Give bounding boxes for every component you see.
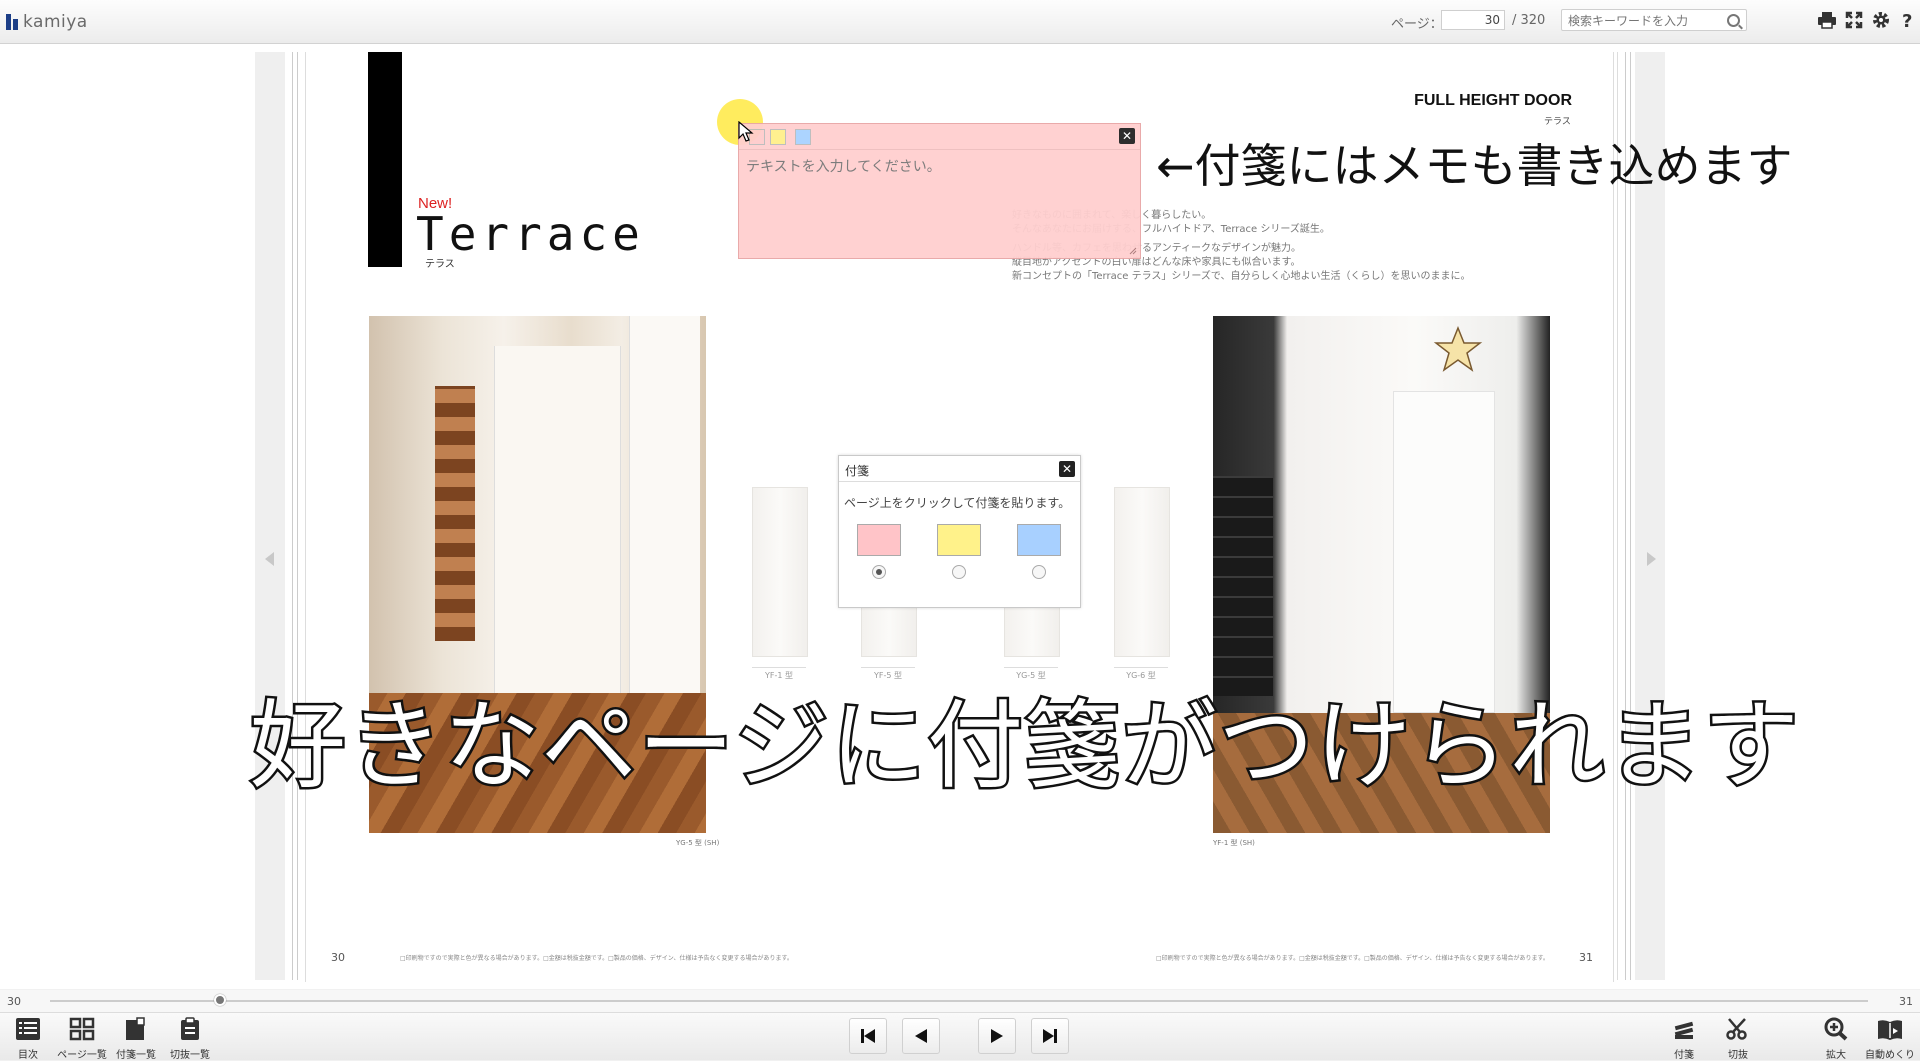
clipboard-icon	[181, 1017, 199, 1040]
fullscreen-icon[interactable]	[1842, 8, 1866, 32]
logo: kamiya	[6, 12, 88, 32]
slider-end-label: 31	[1899, 995, 1913, 1008]
page-slider[interactable]: 30 31	[0, 990, 1920, 1012]
page-number-input[interactable]	[1441, 10, 1505, 30]
prev-page-icon	[915, 1029, 927, 1043]
description-line: 新コンセプトの「Terrace テラス」シリーズで、自分らしく心地よい生活（くら…	[1012, 271, 1471, 282]
left-page-stack	[292, 52, 306, 980]
photo-caption-left: YG-5 型 (SH)	[676, 839, 720, 847]
slider-thumb[interactable]	[214, 994, 226, 1006]
color-radio-pink[interactable]	[872, 565, 886, 579]
color-option-pink[interactable]	[857, 524, 901, 556]
next-page-icon	[991, 1029, 1003, 1043]
color-option-yellow[interactable]	[937, 524, 981, 556]
bottom-toolbar: 目次 ページ一覧 付箋一覧 切抜一覧 付箋 切抜 拡大 自動めくり	[0, 1012, 1920, 1061]
sticky-dialog: 付箋 ✕ ページ上をクリックして付箋を貼ります。	[838, 455, 1081, 608]
last-page-icon	[1043, 1029, 1057, 1043]
slider-track[interactable]	[50, 1000, 1868, 1002]
brand-subtitle: テラス	[1544, 117, 1571, 127]
print-icon[interactable]	[1815, 8, 1839, 32]
help-icon[interactable]: ?	[1896, 8, 1920, 32]
staircase	[1213, 476, 1273, 696]
next-page-button[interactable]	[978, 1018, 1016, 1054]
prev-arrow-icon[interactable]	[265, 552, 274, 566]
page-list-button[interactable]: ページ一覧	[54, 1017, 110, 1061]
right-page-number: 31	[1579, 951, 1593, 964]
zoom-in-icon	[1824, 1017, 1848, 1041]
logo-text: kamiya	[23, 12, 88, 32]
star-lamp-icon	[1433, 326, 1483, 372]
slider-start-label: 30	[7, 995, 21, 1008]
zoom-button[interactable]: 拡大	[1808, 1017, 1864, 1061]
clip-list-button[interactable]: 切抜一覧	[162, 1017, 218, 1061]
close-icon[interactable]: ✕	[1119, 128, 1135, 144]
prev-page-strip[interactable]	[255, 52, 285, 980]
white-door	[1393, 391, 1495, 713]
prev-page-button[interactable]	[902, 1018, 940, 1054]
dialog-header: 付箋 ✕	[839, 456, 1080, 482]
page-label: ページ：	[1391, 17, 1443, 32]
footnote-left: □印刷物ですので実際と色が異なる場合があります。□金額は税抜金額です。□製品の価…	[400, 955, 793, 962]
sticky-note-textarea[interactable]	[744, 154, 1133, 253]
door-sample	[752, 487, 808, 657]
sticky-icon	[1674, 1021, 1694, 1039]
mouse-cursor-icon	[738, 121, 754, 142]
grid-icon	[69, 1017, 95, 1041]
door-sample	[1114, 487, 1170, 657]
last-page-button[interactable]	[1031, 1018, 1069, 1054]
mosaic-tile-wall	[435, 386, 475, 641]
clip-button[interactable]: 切抜	[1710, 1017, 1766, 1061]
toc-button[interactable]: 目次	[0, 1017, 56, 1061]
color-radio-yellow[interactable]	[952, 565, 966, 579]
series-title: Terrace	[416, 207, 645, 261]
search-box[interactable]	[1561, 9, 1747, 31]
search-icon[interactable]	[1727, 14, 1740, 27]
series-subtitle: テラス	[425, 259, 455, 270]
resize-handle-icon[interactable]	[1129, 247, 1137, 255]
video-caption: 好きなページに付箋がつけられます	[247, 688, 1801, 805]
title-accent-bar	[368, 52, 402, 267]
scissors-icon	[1726, 1018, 1747, 1040]
sticky-color-yellow[interactable]	[770, 129, 786, 145]
photo-caption-right: YF-1 型 (SH)	[1213, 839, 1255, 847]
next-arrow-icon[interactable]	[1647, 552, 1656, 566]
close-icon[interactable]: ✕	[1059, 461, 1075, 477]
brand-name: FULL HEIGHT DOOR	[1414, 92, 1572, 109]
sticky-color-blue[interactable]	[795, 129, 811, 145]
color-radio-blue[interactable]	[1032, 565, 1046, 579]
footnote-right: □印刷物ですので実際と色が異なる場合があります。□金額は税抜金額です。□製品の価…	[1156, 955, 1549, 962]
first-page-icon	[861, 1029, 875, 1043]
dialog-message: ページ上をクリックして付箋を貼ります。	[844, 496, 1071, 510]
sticky-list-button[interactable]: 付箋一覧	[108, 1017, 164, 1061]
auto-flip-icon	[1878, 1020, 1902, 1040]
settings-icon[interactable]	[1869, 8, 1893, 32]
annotation-text: ←付箋にはメモも書き込めます	[1156, 139, 1793, 193]
first-page-button[interactable]	[849, 1018, 887, 1054]
dialog-title: 付箋	[845, 464, 870, 478]
sticky-note[interactable]: ✕	[738, 123, 1141, 259]
sticky-button[interactable]: 付箋	[1656, 1017, 1712, 1061]
search-input[interactable]	[1566, 11, 1730, 31]
white-door	[494, 346, 621, 706]
page-total: / 320	[1512, 13, 1546, 28]
left-page-number: 30	[331, 951, 345, 964]
top-toolbar: kamiya ページ： / 320 ?	[0, 0, 1920, 44]
svg-text:?: ?	[1902, 11, 1912, 30]
logo-mark	[6, 14, 20, 30]
color-option-blue[interactable]	[1017, 524, 1061, 556]
sticky-list-icon	[126, 1017, 145, 1040]
list-icon	[16, 1018, 40, 1040]
sticky-note-header[interactable]: ✕	[739, 124, 1140, 150]
auto-flip-button[interactable]: 自動めくり	[1862, 1017, 1918, 1061]
